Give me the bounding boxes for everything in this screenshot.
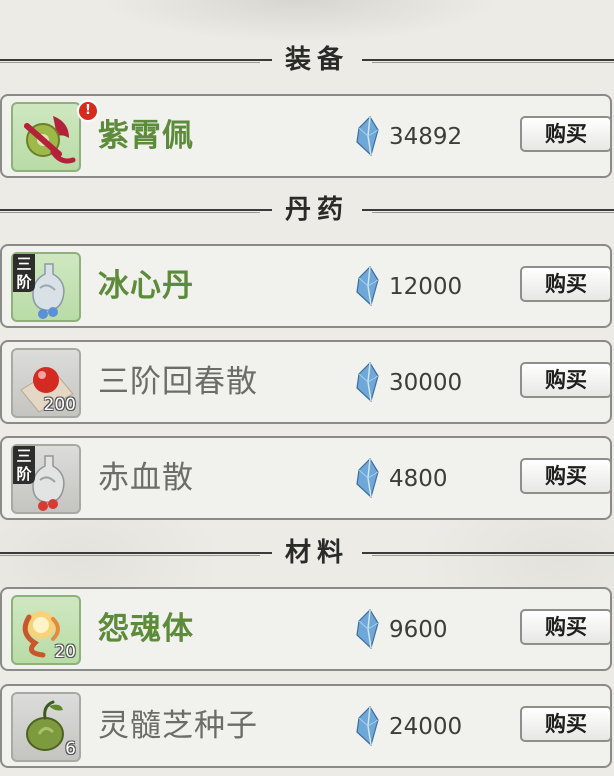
item-price: 30000 bbox=[389, 370, 463, 396]
item-price: 24000 bbox=[389, 714, 463, 740]
section-header-equipment: 装备 bbox=[0, 40, 614, 80]
item-price: 12000 bbox=[389, 274, 463, 300]
item-icon-slot[interactable]: 200 bbox=[11, 348, 81, 418]
section-title-pills: 丹药 bbox=[284, 195, 349, 225]
shop-item-card: 三阶 赤血散 4800 购买 bbox=[0, 436, 612, 520]
divider-line bbox=[362, 209, 614, 213]
spirit-crystal-icon bbox=[356, 706, 379, 746]
section-header-materials: 材料 bbox=[0, 533, 614, 573]
section-header-pills: 丹药 bbox=[0, 190, 614, 230]
divider-line bbox=[0, 59, 272, 63]
item-price: 34892 bbox=[389, 124, 463, 150]
item-icon-slot[interactable]: 20 bbox=[11, 595, 81, 665]
shop-item-card: 20 怨魂体 9600 购买 bbox=[0, 587, 612, 671]
item-icon-slot[interactable]: 6 bbox=[11, 692, 81, 762]
item-name: 紫霄佩 bbox=[98, 118, 194, 154]
item-icon-slot[interactable]: ! bbox=[11, 100, 99, 172]
shop-item-card: 200 三阶回春散 30000 购买 bbox=[0, 340, 612, 424]
spirit-crystal-icon bbox=[356, 609, 379, 649]
divider-line bbox=[362, 552, 614, 556]
section-title-materials: 材料 bbox=[284, 538, 349, 568]
item-icon-slot[interactable]: 三阶 bbox=[11, 444, 81, 514]
quantity-label: 200 bbox=[43, 395, 76, 415]
item-name: 三阶回春散 bbox=[98, 364, 258, 400]
item-name: 灵髓芝种子 bbox=[98, 708, 258, 744]
item-name: 冰心丹 bbox=[98, 268, 194, 304]
rank-badge: 三阶 bbox=[13, 254, 35, 292]
spirit-crystal-icon bbox=[356, 266, 379, 306]
alert-badge: ! bbox=[77, 100, 99, 122]
buy-button[interactable]: 购买 bbox=[520, 609, 612, 645]
buy-button[interactable]: 购买 bbox=[520, 116, 612, 152]
divider-line bbox=[0, 552, 272, 556]
item-price: 9600 bbox=[389, 617, 448, 643]
item-name: 赤血散 bbox=[98, 460, 194, 496]
spirit-crystal-icon bbox=[356, 458, 379, 498]
shop-item-card: 三阶 冰心丹 12000 购买 bbox=[0, 244, 612, 328]
buy-button[interactable]: 购买 bbox=[520, 266, 612, 302]
spirit-crystal-icon bbox=[356, 116, 379, 156]
buy-button[interactable]: 购买 bbox=[520, 458, 612, 494]
item-icon-slot[interactable]: 三阶 bbox=[11, 252, 81, 322]
item-name: 怨魂体 bbox=[98, 611, 194, 647]
quantity-label: 6 bbox=[65, 739, 76, 759]
divider-line bbox=[362, 59, 614, 63]
spirit-crystal-icon bbox=[356, 362, 379, 402]
divider-line bbox=[0, 209, 272, 213]
rank-badge: 三阶 bbox=[13, 446, 35, 484]
quantity-label: 20 bbox=[54, 642, 76, 662]
buy-button[interactable]: 购买 bbox=[520, 706, 612, 742]
jade-pendant-icon bbox=[24, 116, 76, 164]
shop-item-card: ! 紫霄佩 34892 购买 bbox=[0, 94, 612, 178]
item-price: 4800 bbox=[389, 466, 448, 492]
shop-item-card: 6 灵髓芝种子 24000 购买 bbox=[0, 684, 612, 768]
buy-button[interactable]: 购买 bbox=[520, 362, 612, 398]
section-title-equipment: 装备 bbox=[284, 45, 349, 75]
